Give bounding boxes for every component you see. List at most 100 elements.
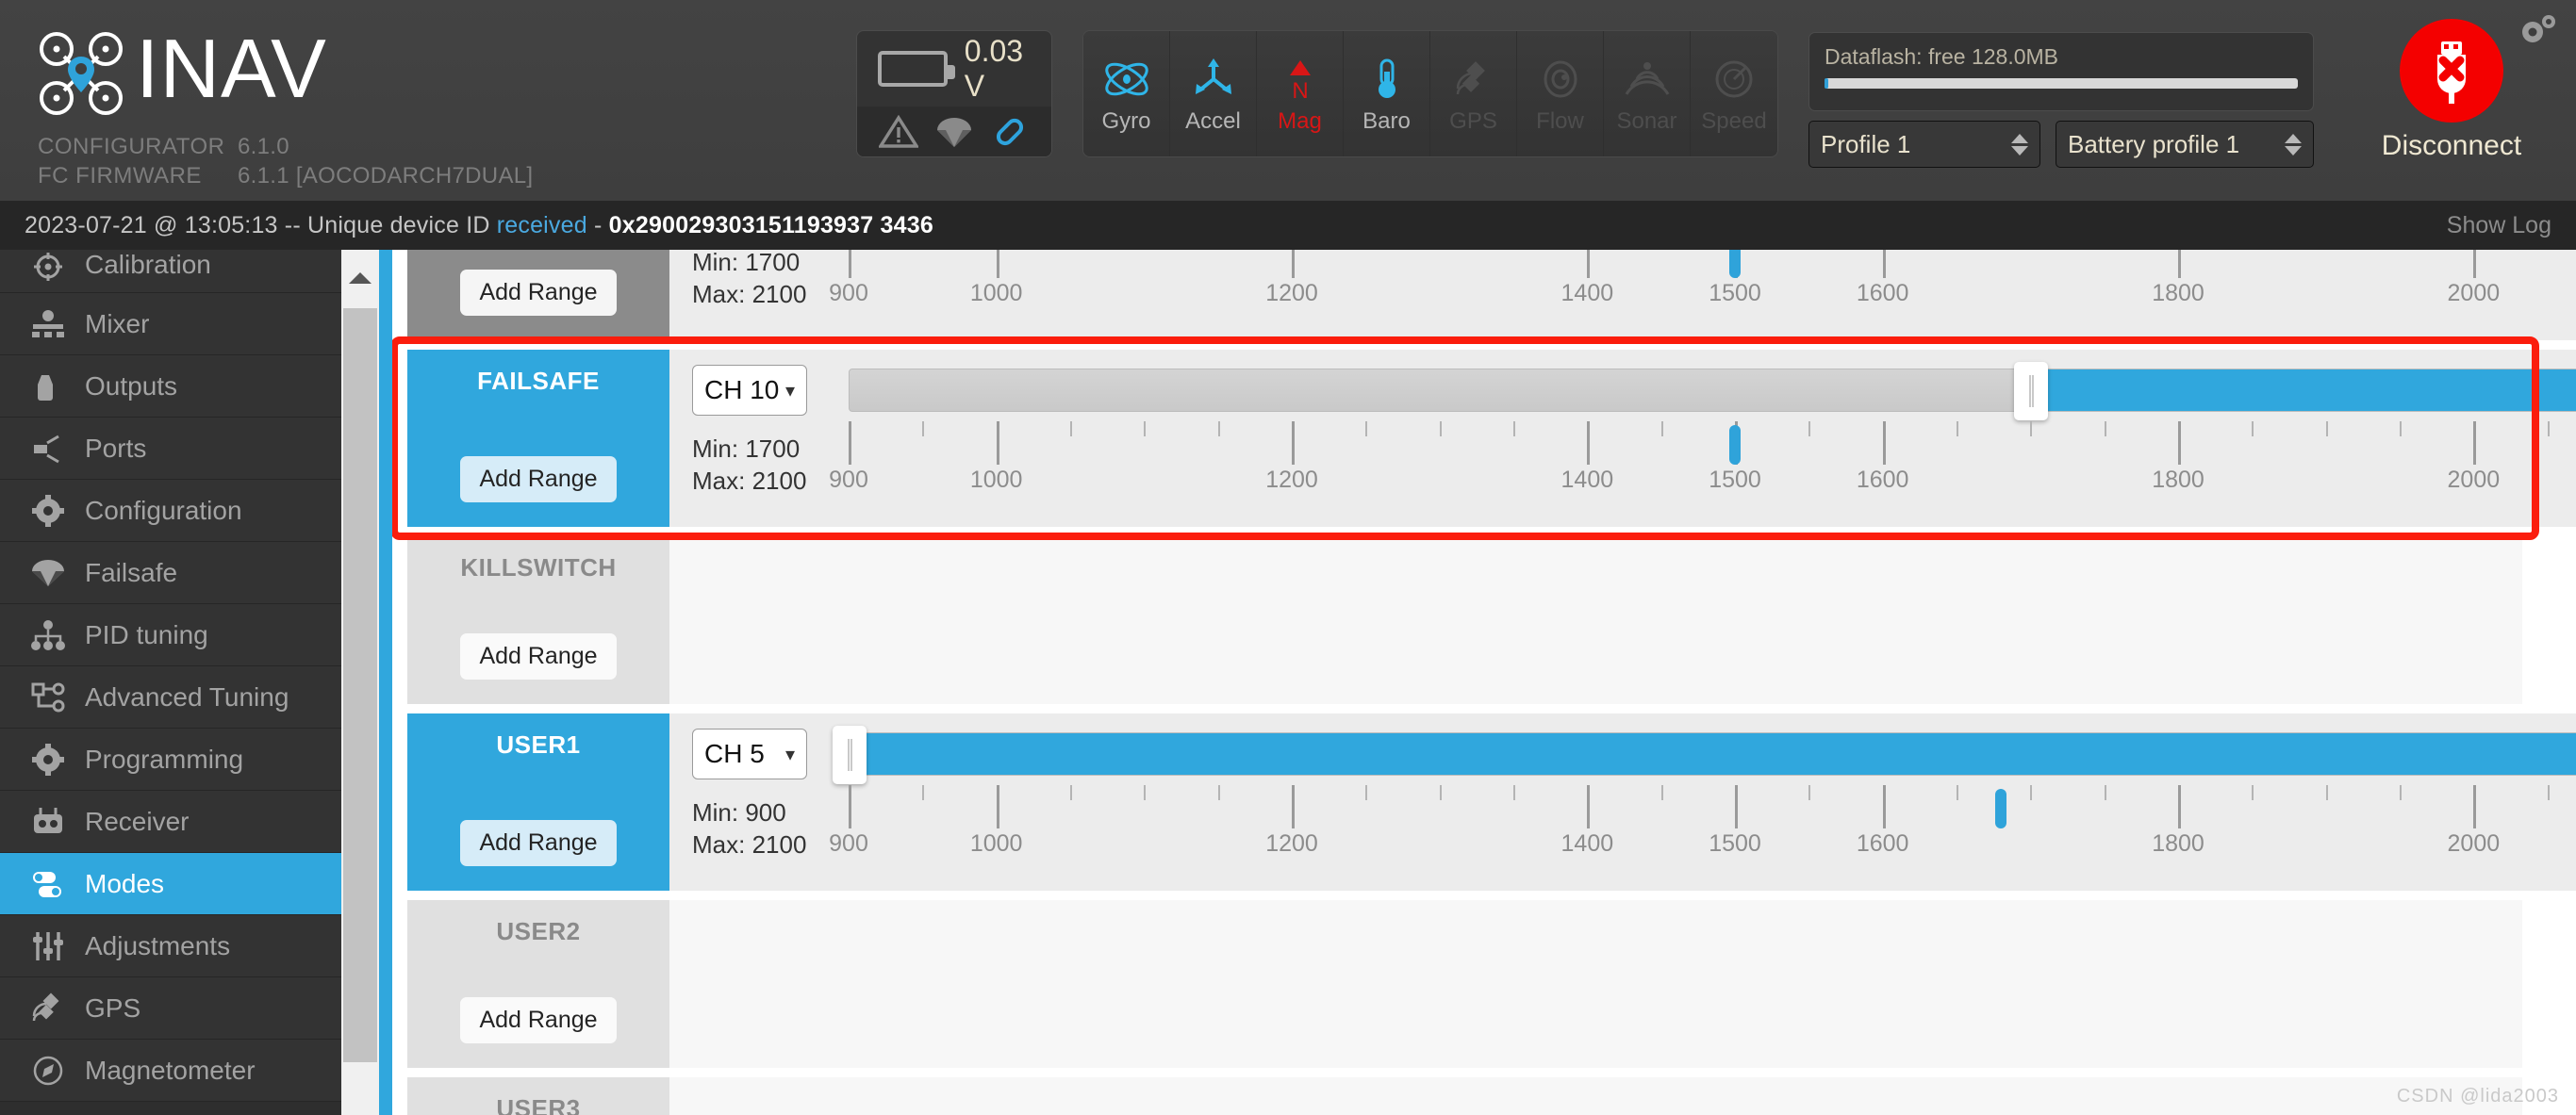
mode-name: USER1 (496, 730, 581, 759)
sensor-label: Speed (1701, 107, 1767, 134)
sidebar-nav: Calibration Mixer Outputs Ports Configur… (0, 250, 341, 1115)
ruler-tick-major (1587, 421, 1591, 465)
parachute-icon[interactable] (934, 115, 974, 149)
add-range-button[interactable]: Add Range (460, 633, 617, 680)
watermark: CSDN @lida2003 (2396, 1086, 2559, 1107)
channel-select[interactable]: CH 10 ▾ (692, 365, 807, 416)
sidebar-item-modes[interactable]: Modes (0, 853, 341, 915)
ruler-tick-label: 1200 (1265, 467, 1318, 493)
ruler-tick-major (849, 785, 851, 828)
modes-toggle-icon (26, 865, 70, 903)
sensor-sonar: Sonar (1604, 31, 1691, 156)
ruler-tick-major (2473, 421, 2477, 465)
sidebar-item-pid-tuning[interactable]: PID tuning (0, 604, 341, 666)
sidebar-item-programming[interactable]: Programming (0, 729, 341, 791)
sensor-speed: Speed (1691, 31, 1777, 156)
sensor-label: Baro (1362, 107, 1411, 134)
mode-body: CH 9▾Min: 1700Max: 210090010001200140015… (669, 250, 2576, 340)
ruler-tick-major (996, 421, 999, 465)
ruler-tick-minor (1070, 785, 1072, 800)
mixer-icon (26, 305, 70, 343)
ruler-tick-major (2473, 785, 2477, 828)
mode-name: KILLSWITCH (460, 553, 617, 582)
ruler-tick-minor (2400, 785, 2402, 800)
svg-text:N: N (1292, 78, 1308, 102)
ruler-tick-minor (2030, 785, 2033, 800)
sidebar-item-receiver[interactable]: Receiver (0, 791, 341, 853)
accel-icon (1188, 54, 1239, 105)
slider-track[interactable] (849, 362, 2576, 420)
sidebar-item-label: Modes (85, 868, 165, 898)
gear-icon[interactable] (2518, 11, 2559, 54)
ruler-tick-label: 1400 (1560, 280, 1614, 306)
add-range-button[interactable]: Add Range (460, 270, 617, 316)
ruler-tick-label: 1400 (1560, 467, 1614, 493)
scrollbar-thumb[interactable] (343, 308, 377, 1062)
channel-value-indicator (1729, 250, 1741, 278)
channel-select-value: CH 5 (704, 739, 765, 768)
sidebar-item-gps[interactable]: GPS (0, 977, 341, 1040)
channel-ruler: 90010001200140015001600180020002100 (829, 785, 2576, 857)
ruler-tick-label: 900 (829, 830, 868, 857)
ruler-tick-major (1882, 785, 1886, 828)
sidebar-item-label: Mixer (85, 308, 150, 338)
range-minmax: Min: 1700 Max: 2100 (692, 250, 849, 310)
inav-quad-logo-icon (36, 28, 126, 119)
range-slider[interactable]: 90010001200140015001600180020002100 (829, 362, 2576, 493)
sidebar-item-label: Configuration (85, 495, 242, 525)
sidebar-item-magnetometer[interactable]: Magnetometer (0, 1040, 341, 1102)
profile-select[interactable]: Profile 1 (1808, 121, 2040, 168)
sidebar-item-outputs[interactable]: Outputs (0, 355, 341, 418)
chevron-down-icon: ▾ (784, 744, 795, 765)
sidebar-item-failsafe[interactable]: Failsafe (0, 542, 341, 604)
ruler-tick-label: 1800 (2152, 830, 2204, 857)
slider-handle-min[interactable] (2014, 362, 2049, 420)
ruler-tick-minor (1070, 421, 1072, 436)
ruler-tick-major (1587, 250, 1591, 278)
mode-body: CH 10 ▾ Min: 1700 Max: 2100 900 1000 1200 1400 1… (669, 350, 2576, 527)
status-link-word: received (496, 211, 587, 238)
range-slider[interactable]: 90010001200140015001600180020002100 (829, 726, 2576, 857)
ruler-tick-label: 1500 (1709, 280, 1761, 306)
scroll-up-arrow-icon[interactable] (341, 250, 379, 306)
warning-triangle-icon[interactable] (877, 114, 919, 149)
ruler-tick-minor (1439, 421, 1442, 436)
sensor-label: Mag (1278, 107, 1322, 134)
slider-track[interactable] (833, 726, 2576, 784)
channel-column: CH 10 ▾ Min: 1700 Max: 2100 (669, 365, 849, 497)
sidebar-item-calibration[interactable]: Calibration (0, 250, 341, 293)
usb-disconnect-icon (2400, 19, 2503, 123)
app-header: INAV CONFIGURATOR 6.1.0 FC FIRMWARE 6.1.… (0, 0, 2576, 201)
add-range-button[interactable]: Add Range (460, 456, 617, 502)
sidebar-item-label: Ports (85, 433, 147, 463)
channel-select[interactable]: CH 5 ▾ (692, 729, 807, 779)
sidebar-item-advanced-tuning[interactable]: Advanced Tuning (0, 666, 341, 729)
firmware-info: CONFIGURATOR 6.1.0 FC FIRMWARE 6.1.1 [AO… (38, 132, 533, 190)
range-min: Min: 1700 (692, 250, 801, 276)
mode-row: KILLSWITCH Add Range (407, 536, 2522, 704)
slider-handle-min[interactable] (833, 726, 867, 784)
ruler-tick-minor (922, 785, 925, 800)
sidebar-item-adjustments[interactable]: Adjustments (0, 915, 341, 977)
chevron-updown-icon (2011, 133, 2028, 156)
configurator-version: 6.1.0 (238, 134, 289, 159)
sensor-label: Accel (1185, 107, 1241, 134)
sidebar-item-mixer[interactable]: Mixer (0, 293, 341, 355)
sonar-icon (1622, 54, 1673, 105)
range-slider[interactable]: 90010001200140015001600180020002100 (829, 250, 2576, 306)
sidebar-item-configuration[interactable]: Configuration (0, 480, 341, 542)
ruler-tick-minor (2547, 785, 2550, 800)
add-range-button[interactable]: Add Range (460, 820, 617, 866)
battery-profile-select[interactable]: Battery profile 1 (2056, 121, 2314, 168)
show-log-button[interactable]: Show Log (2447, 212, 2551, 239)
sidebar-item-ports[interactable]: Ports (0, 418, 341, 480)
mode-label-column: Add Range (407, 250, 669, 340)
mode-name: FAILSAFE (477, 367, 600, 395)
ruler-tick-minor (1957, 421, 1958, 436)
range-min: Min: 1700 (692, 435, 801, 463)
disconnect-button[interactable]: Disconnect (2369, 19, 2535, 162)
sidebar-accent-edge (379, 250, 392, 1115)
add-range-button[interactable]: Add Range (460, 997, 617, 1043)
sidebar-scrollbar[interactable] (341, 250, 379, 1115)
link-icon[interactable] (990, 115, 1030, 149)
